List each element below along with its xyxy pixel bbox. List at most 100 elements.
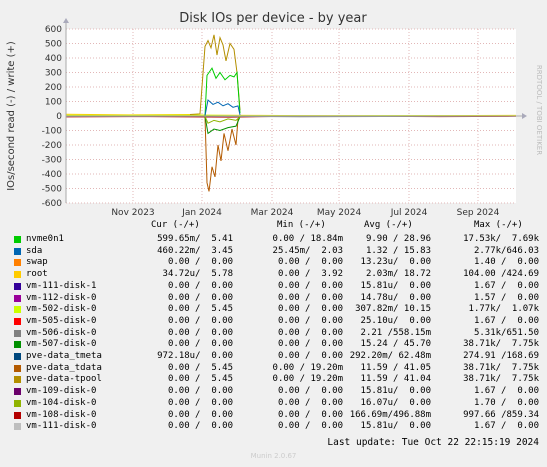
header-min: Min (-/+) <box>277 220 326 230</box>
legend-row: vm-108-disk-0 0.00 / 0.00 0.00 / 0.00 166.6… <box>14 410 539 421</box>
legend-max: 1.67 / 0.00 <box>473 386 539 397</box>
legend-swatch <box>14 306 21 314</box>
y-tick-label: 300 <box>45 69 62 79</box>
legend-avg: 2.03m/ 18.72 <box>365 269 431 280</box>
legend-max: 997.66 /859.34 <box>463 409 539 420</box>
y-tick-label: 400 <box>45 54 62 64</box>
chart-title: Disk IOs per device - by year <box>179 11 367 26</box>
legend-avg: 16.07u/ 0.00 <box>360 397 431 408</box>
legend-min: 0.00 / 0.00 <box>277 280 343 291</box>
legend-cur: 0.00 / 5.45 <box>167 304 233 315</box>
legend-min: 0.00 / 0.00 <box>277 421 343 432</box>
legend-swatch <box>14 329 21 337</box>
legend-swatch <box>14 282 21 290</box>
legend-max: 1.57 / 0.00 <box>473 292 539 303</box>
legend-name: vm-112-disk-0 <box>26 292 97 303</box>
legend-name: sda <box>26 245 43 256</box>
legend-row: swap 0.00 / 0.00 0.00 / 0.00 13.23u/ 0.00 1.… <box>14 257 539 268</box>
legend-cur: 0.00 / 0.00 <box>167 421 233 432</box>
legend-cur: 0.00 / 5.45 <box>167 362 233 373</box>
legend-max: 1.40 / 0.00 <box>473 257 539 268</box>
legend-avg: 2.21 /558.15m <box>360 327 431 338</box>
legend-avg: 13.23u/ 0.00 <box>360 257 431 268</box>
legend-max: 1.67 / 0.00 <box>473 315 539 326</box>
x-tick-label: Nov 2023 <box>111 208 154 218</box>
header-cur: Cur (-/+) <box>151 220 200 230</box>
legend-max: 1.67 / 0.00 <box>473 421 539 432</box>
y-axis-label: IOs/second read (-) / write (+) <box>6 41 17 191</box>
legend-max: 17.53k/ 7.69k <box>463 234 539 244</box>
legend-avg: 15.81u/ 0.00 <box>360 280 431 291</box>
y-tick-label: -100 <box>42 127 63 137</box>
legend-avg: 14.78u/ 0.00 <box>360 292 431 303</box>
legend-cur: 599.65m/ 5.41 <box>157 234 233 244</box>
y-axis-arrow <box>63 18 69 23</box>
legend-min: 0.00 / 3.92 <box>277 269 343 280</box>
legend-swatch <box>14 247 21 255</box>
legend-row: pve-data_tdata 0.00 / 5.45 0.00 / 19.20m 11… <box>14 363 539 374</box>
legend-row: vm-111-disk-0 0.00 / 0.00 0.00 / 0.00 15.81… <box>14 421 539 432</box>
legend-min: 0.00 / 0.00 <box>277 351 343 361</box>
legend-min: 0.00 / 0.00 <box>277 327 343 338</box>
legend-min: 0.00 / 0.00 <box>277 409 343 420</box>
legend-swatch <box>14 341 21 349</box>
rrdtool-label: RRDTOOL / TOBI OETIKER <box>535 65 543 155</box>
legend-swatch <box>14 423 21 431</box>
x-axis-arrow <box>522 113 527 119</box>
legend-name: vm-104-disk-0 <box>26 397 97 408</box>
legend-name: vm-502-disk-0 <box>26 304 97 315</box>
legend-min: 0.00 / 0.00 <box>277 315 343 326</box>
legend-max: 104.00 /424.69 <box>463 269 539 280</box>
header-max: Max (-/+) <box>474 220 523 230</box>
x-tick-label: Mar 2024 <box>251 208 294 218</box>
legend-min: 0.00 / 0.00 <box>277 386 343 397</box>
legend-swatch <box>14 353 21 360</box>
legend-name: vm-111-disk-0 <box>26 421 97 432</box>
legend-swatch <box>14 236 21 243</box>
legend-min: 0.00 / 19.20m <box>272 374 343 385</box>
y-tick-label: 100 <box>45 98 62 108</box>
legend-row: nvme0n1 599.65m/ 5.41 0.00 / 18.84m 9.90 / … <box>14 234 539 245</box>
legend-name: vm-507-disk-0 <box>26 339 97 350</box>
header-avg: Avg (-/+) <box>364 220 413 230</box>
legend-name: nvme0n1 <box>26 234 64 244</box>
legend-name: vm-108-disk-0 <box>26 409 97 420</box>
legend-row: vm-502-disk-0 0.00 / 5.45 0.00 / 0.00 307.8… <box>14 304 539 315</box>
legend-row: pve-data-tpool 0.00 / 5.45 0.00 / 19.20m 11… <box>14 374 539 385</box>
legend-avg: 307.82m/ 10.15 <box>355 304 431 315</box>
y-tick-label: -600 <box>42 199 63 209</box>
x-tick-label: Jul 2024 <box>390 208 428 218</box>
y-tick-label: -500 <box>42 185 63 195</box>
legend-row: vm-111-disk-1 0.00 / 0.00 0.00 / 0.00 15.81… <box>14 281 539 292</box>
legend-row: vm-112-disk-0 0.00 / 0.00 0.00 / 0.00 14.78… <box>14 293 539 304</box>
legend-max: 5.31k/651.50 <box>473 327 539 338</box>
legend-cur: 0.00 / 0.00 <box>167 292 233 303</box>
legend-swatch <box>14 317 21 325</box>
legend-cur: 460.22m/ 3.45 <box>157 245 233 256</box>
y-tick-label: -300 <box>42 156 63 166</box>
legend-avg: 25.10u/ 0.00 <box>360 315 431 326</box>
legend-name: pve-data_tdata <box>26 362 102 373</box>
legend-min: 0.00 / 18.84m <box>272 234 343 244</box>
legend-max: 274.91 /168.69 <box>463 351 539 361</box>
legend-min: 0.00 / 0.00 <box>277 304 343 315</box>
legend-max: 2.77k/646.03 <box>473 245 539 256</box>
legend-name: vm-111-disk-1 <box>26 280 97 291</box>
legend-cur: 0.00 / 0.00 <box>167 397 233 408</box>
legend-swatch <box>14 411 21 419</box>
legend-min: 0.00 / 0.00 <box>277 339 343 350</box>
legend-avg: 15.24 / 45.70 <box>360 339 431 350</box>
legend-min: 0.00 / 0.00 <box>277 397 343 408</box>
legend-swatch <box>14 364 21 372</box>
legend-avg: 9.90 / 28.96 <box>365 234 431 244</box>
y-tick-label: 500 <box>45 40 62 50</box>
legend-max: 38.71k/ 7.75k <box>463 374 539 385</box>
legend-cur: 0.00 / 0.00 <box>167 280 233 291</box>
legend-max: 1.77k/ 1.07k <box>468 304 539 315</box>
legend-cur: 0.00 / 0.00 <box>167 339 233 350</box>
legend-max: 38.71k/ 7.75k <box>463 339 539 350</box>
legend-swatch <box>14 388 21 396</box>
legend-min: 25.45m/ 2.03 <box>272 245 343 256</box>
chart-area: -600 -500 -400 -300 -200 -100 0 100 200 300 400 500… <box>6 11 543 218</box>
legend-max: 1.70 / 0.00 <box>473 397 539 408</box>
